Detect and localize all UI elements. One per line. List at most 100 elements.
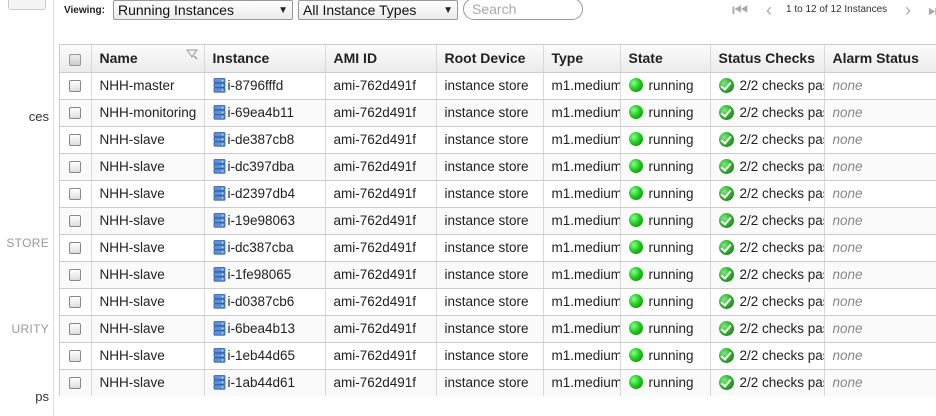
table-row[interactable]: NHH-slave i-d2397db4 ami-762d491f instan… — [60, 180, 936, 208]
row-checkbox-cell[interactable] — [60, 99, 92, 127]
alarm-status-cell[interactable]: none — [824, 234, 936, 262]
table-row[interactable]: NHH-slave i-19e98063 ami-762d491f instan… — [60, 207, 936, 235]
instance-id[interactable]: i-d2397db4 — [228, 186, 296, 201]
alarm-status-cell[interactable]: none — [824, 342, 936, 370]
sidebar-item-security-groups[interactable]: ps — [35, 389, 49, 404]
next-page-icon[interactable]: › — [905, 0, 911, 20]
column-header-name[interactable]: Name — [91, 45, 205, 73]
row-checkbox-cell[interactable] — [60, 261, 92, 289]
instance-id-cell[interactable]: i-1ab44d61 — [204, 369, 326, 396]
row-checkbox-cell[interactable] — [60, 234, 92, 262]
row-checkbox-cell[interactable] — [60, 315, 92, 343]
alarm-status-cell[interactable]: none — [824, 72, 936, 100]
instance-id[interactable]: i-de387cb8 — [228, 132, 295, 147]
alarm-status-cell[interactable]: none — [824, 261, 936, 289]
status-checks-cell[interactable]: 2/2 checks passed — [710, 315, 825, 343]
instance-id-cell[interactable]: i-1fe98065 — [204, 261, 326, 289]
status-checks-cell[interactable]: 2/2 checks passed — [710, 288, 825, 316]
column-header-state[interactable]: State — [620, 45, 711, 73]
row-checkbox[interactable] — [69, 269, 81, 282]
row-checkbox-cell[interactable] — [60, 126, 92, 154]
row-checkbox[interactable] — [69, 296, 81, 309]
sidebar-top-control[interactable] — [8, 0, 46, 10]
status-checks-cell[interactable]: 2/2 checks passed — [710, 180, 825, 208]
instance-id[interactable]: i-d0387cb6 — [228, 294, 295, 309]
instance-type-select[interactable]: All Instance Types ▼ — [298, 0, 458, 20]
alarm-status-cell[interactable]: none — [824, 126, 936, 154]
search-input[interactable] — [463, 0, 583, 20]
row-checkbox-cell[interactable] — [60, 342, 92, 370]
instance-id[interactable]: i-19e98063 — [228, 213, 296, 228]
instance-id[interactable]: i-1ab44d61 — [228, 375, 296, 390]
alarm-status-cell[interactable]: none — [824, 288, 936, 316]
row-checkbox[interactable] — [69, 107, 81, 120]
alarm-status-cell[interactable]: none — [824, 369, 936, 396]
status-checks-cell[interactable]: 2/2 checks passed — [710, 207, 825, 235]
row-checkbox[interactable] — [69, 134, 81, 147]
instance-id[interactable]: i-8796fffd — [228, 78, 284, 93]
last-page-icon[interactable]: ⏭ — [928, 0, 936, 20]
first-page-icon[interactable]: ⏮ — [732, 0, 748, 20]
instance-id[interactable]: i-1fe98065 — [228, 267, 292, 282]
table-row[interactable]: NHH-slave i-d0387cb6 ami-762d491f instan… — [60, 288, 936, 316]
instance-id-cell[interactable]: i-dc397dba — [204, 153, 326, 181]
alarm-status-cell[interactable]: none — [824, 315, 936, 343]
instance-id[interactable]: i-dc387cba — [228, 240, 294, 255]
table-row[interactable]: NHH-slave i-de387cb8 ami-762d491f instan… — [60, 126, 936, 154]
status-checks-cell[interactable]: 2/2 checks passed — [710, 342, 825, 370]
table-row[interactable]: NHH-monitoring i-69ea4b11 ami-762d491f i… — [60, 99, 936, 127]
select-all-checkbox-cell[interactable] — [60, 45, 92, 73]
alarm-status-cell[interactable]: none — [824, 207, 936, 235]
table-row[interactable]: NHH-master i-8796fffd ami-762d491f insta… — [60, 72, 936, 100]
row-checkbox[interactable] — [69, 80, 81, 93]
status-checks-cell[interactable]: 2/2 checks passed — [710, 153, 825, 181]
table-row[interactable]: NHH-slave i-1ab44d61 ami-762d491f instan… — [60, 369, 936, 396]
instance-id[interactable]: i-6bea4b13 — [228, 321, 296, 336]
sort-icon[interactable] — [185, 48, 198, 60]
column-header-root-device[interactable]: Root Device — [436, 45, 544, 73]
alarm-status-cell[interactable]: none — [824, 180, 936, 208]
select-all-checkbox[interactable] — [69, 53, 81, 66]
column-header-instance[interactable]: Instance — [204, 45, 326, 73]
instance-id-cell[interactable]: i-d2397db4 — [204, 180, 326, 208]
row-checkbox[interactable] — [69, 350, 81, 363]
row-checkbox[interactable] — [69, 215, 81, 228]
instance-id-cell[interactable]: i-dc387cba — [204, 234, 326, 262]
status-checks-cell[interactable]: 2/2 checks passed — [710, 261, 825, 289]
instance-id-cell[interactable]: i-1eb44d65 — [204, 342, 326, 370]
status-checks-cell[interactable]: 2/2 checks passed — [710, 369, 825, 396]
column-header-type[interactable]: Type — [543, 45, 621, 73]
table-row[interactable]: NHH-slave i-1eb44d65 ami-762d491f instan… — [60, 342, 936, 370]
column-header-ami-id[interactable]: AMI ID — [325, 45, 437, 73]
table-row[interactable]: NHH-slave i-dc387cba ami-762d491f instan… — [60, 234, 936, 262]
instance-id[interactable]: i-dc397dba — [228, 159, 295, 174]
table-row[interactable]: NHH-slave i-1fe98065 ami-762d491f instan… — [60, 261, 936, 289]
table-row[interactable]: NHH-slave i-dc397dba ami-762d491f instan… — [60, 153, 936, 181]
alarm-status-cell[interactable]: none — [824, 153, 936, 181]
instance-id-cell[interactable]: i-de387cb8 — [204, 126, 326, 154]
instance-id[interactable]: i-69ea4b11 — [228, 105, 295, 120]
previous-page-icon[interactable]: ‹ — [766, 0, 772, 20]
instance-id-cell[interactable]: i-d0387cb6 — [204, 288, 326, 316]
row-checkbox-cell[interactable] — [60, 72, 92, 100]
alarm-status-cell[interactable]: none — [824, 99, 936, 127]
status-checks-cell[interactable]: 2/2 checks passed — [710, 234, 825, 262]
status-checks-cell[interactable]: 2/2 checks passed — [710, 99, 825, 127]
instance-id-cell[interactable]: i-6bea4b13 — [204, 315, 326, 343]
column-header-alarm-status[interactable]: Alarm Status — [824, 45, 936, 73]
instance-filter-select[interactable]: Running Instances ▼ — [113, 0, 293, 20]
row-checkbox[interactable] — [69, 188, 81, 201]
instance-id-cell[interactable]: i-8796fffd — [204, 72, 326, 100]
status-checks-cell[interactable]: 2/2 checks passed — [710, 72, 825, 100]
row-checkbox[interactable] — [69, 377, 81, 390]
row-checkbox-cell[interactable] — [60, 153, 92, 181]
table-row[interactable]: NHH-slave i-6bea4b13 ami-762d491f instan… — [60, 315, 936, 343]
row-checkbox-cell[interactable] — [60, 369, 92, 396]
row-checkbox-cell[interactable] — [60, 180, 92, 208]
row-checkbox[interactable] — [69, 161, 81, 174]
column-header-status-checks[interactable]: Status Checks — [710, 45, 825, 73]
status-checks-cell[interactable]: 2/2 checks passed — [710, 126, 825, 154]
row-checkbox[interactable] — [69, 242, 81, 255]
sidebar-item-instances[interactable]: ces — [29, 109, 49, 124]
instance-id[interactable]: i-1eb44d65 — [228, 348, 296, 363]
